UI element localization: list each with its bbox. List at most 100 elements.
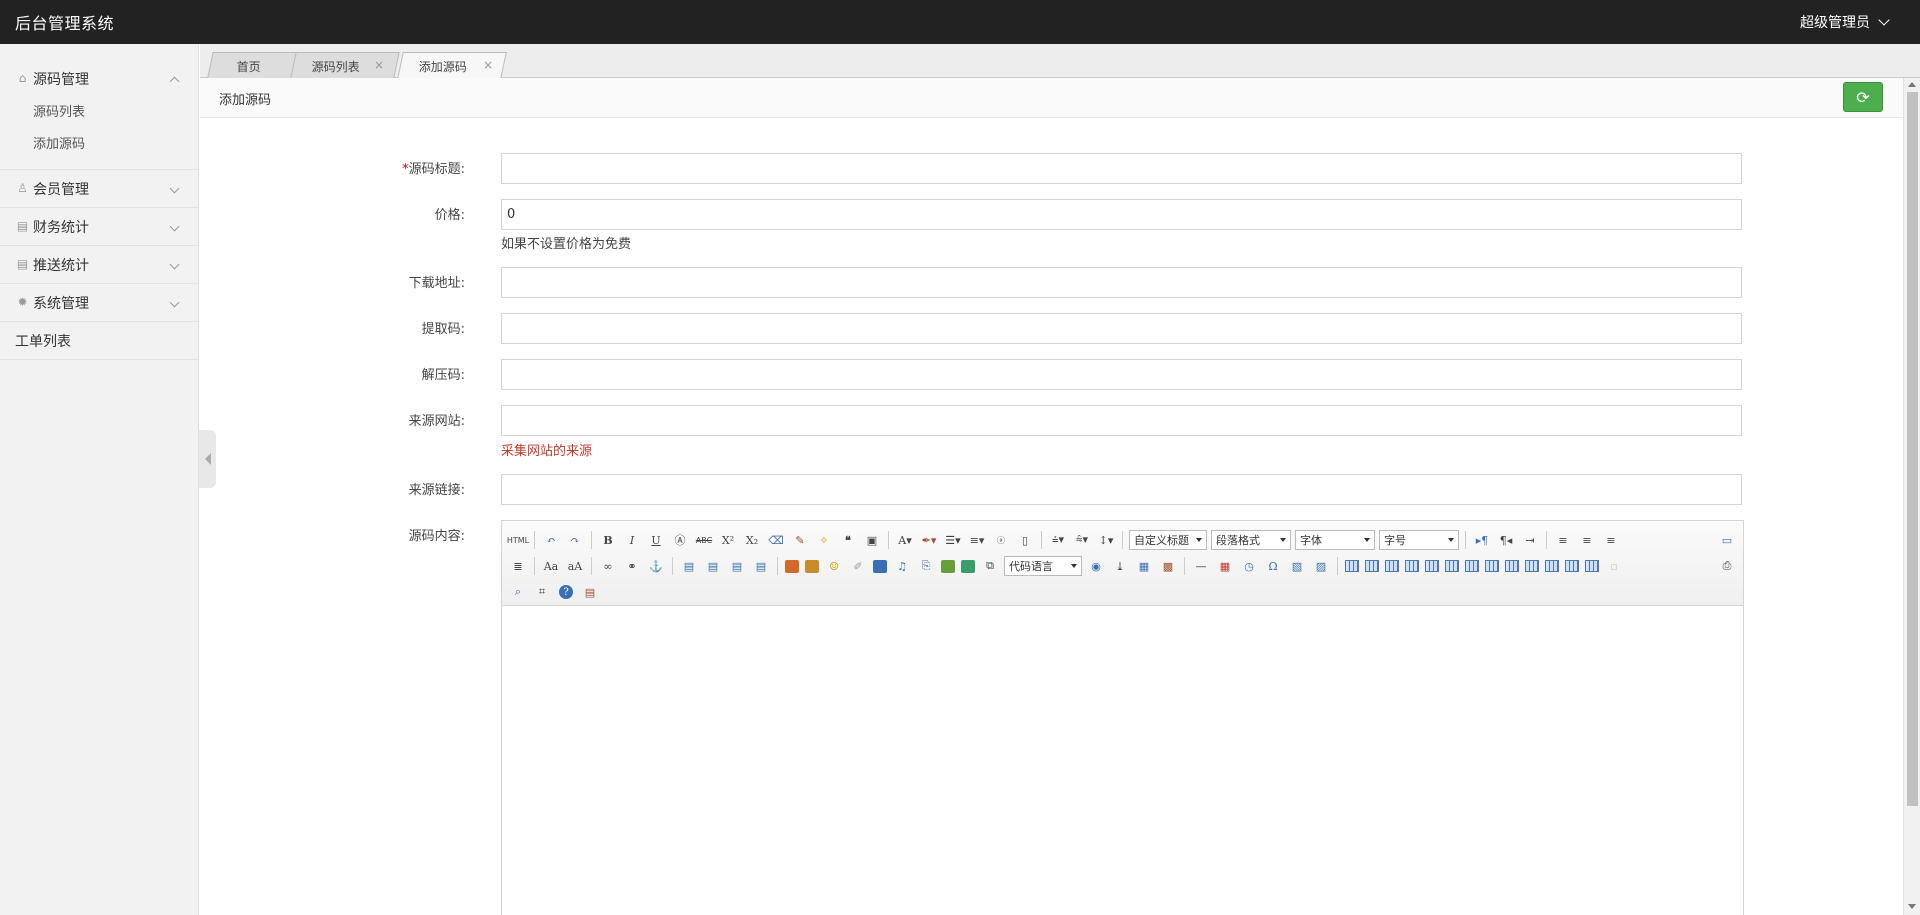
- background-color-icon[interactable]: ✒▾: [919, 530, 939, 550]
- charts-icon[interactable]: ▫: [1604, 556, 1624, 576]
- merge-cells-icon[interactable]: [1485, 560, 1499, 572]
- merge-right-icon[interactable]: [1505, 560, 1519, 572]
- select-all-icon[interactable]: ⓐ: [991, 530, 1011, 550]
- font-size-select[interactable]: 字号: [1379, 530, 1459, 550]
- paste-text-icon[interactable]: ▣: [862, 530, 882, 550]
- print-icon[interactable]: ⎙: [1717, 556, 1737, 576]
- sidebar-item-add-source[interactable]: 添加源码: [0, 129, 198, 161]
- sidebar-item-system-manage[interactable]: ✹ 系统管理: [0, 284, 198, 321]
- font-border-icon[interactable]: Ⓐ: [670, 530, 690, 550]
- align-left-icon[interactable]: ≡: [1553, 530, 1573, 550]
- image-left-icon[interactable]: ▤: [703, 556, 723, 576]
- sidebar-item-finance-stats[interactable]: ▤ 财务统计: [0, 208, 198, 245]
- image-right-icon[interactable]: ▤: [727, 556, 747, 576]
- scrollbar-thumb[interactable]: [1907, 92, 1918, 806]
- extract-code-input[interactable]: [501, 313, 1742, 344]
- undo-icon[interactable]: ↶: [541, 530, 561, 550]
- time-icon[interactable]: ◷: [1239, 556, 1259, 576]
- align-center-icon[interactable]: ≡: [1577, 530, 1597, 550]
- html-source-button[interactable]: HTML: [507, 530, 529, 550]
- scrawl-icon[interactable]: ✐: [848, 556, 868, 576]
- ordered-list-icon[interactable]: ☰▾: [943, 530, 963, 550]
- image-none-icon[interactable]: ▤: [679, 556, 699, 576]
- scroll-down-icon[interactable]: [1908, 904, 1916, 909]
- insert-image-icon[interactable]: [805, 559, 819, 573]
- editor-content-area[interactable]: [502, 606, 1743, 915]
- horizontal-rule-icon[interactable]: —: [1191, 556, 1211, 576]
- delete-row-icon[interactable]: [1425, 560, 1439, 572]
- vertical-scrollbar[interactable]: [1903, 78, 1920, 915]
- tab-add-source[interactable]: 添加源码 ×: [397, 52, 507, 79]
- search-replace-icon[interactable]: ⌗: [532, 582, 552, 602]
- unordered-list-icon[interactable]: ≡▾: [967, 530, 987, 550]
- unzip-code-input[interactable]: [501, 359, 1742, 390]
- split-to-rows-icon[interactable]: [1565, 560, 1579, 572]
- auto-format-icon[interactable]: ✧: [814, 530, 834, 550]
- bold-icon[interactable]: B: [598, 530, 618, 550]
- download-url-input[interactable]: [501, 267, 1742, 298]
- emotion-icon[interactable]: ☺: [824, 556, 844, 576]
- drafts-icon[interactable]: ▤: [580, 582, 600, 602]
- gmap-icon[interactable]: [961, 559, 975, 573]
- superscript-icon[interactable]: X²: [718, 530, 738, 550]
- sidebar-item-source-list[interactable]: 源码列表: [0, 97, 198, 129]
- map-icon[interactable]: [941, 559, 955, 573]
- fullscreen-icon[interactable]: ▭: [1717, 530, 1737, 550]
- insert-frame-icon[interactable]: ⧉: [980, 556, 1000, 576]
- justify-icon[interactable]: ≣: [508, 556, 528, 576]
- wordimage-icon[interactable]: ▧: [1287, 556, 1307, 576]
- redo-icon[interactable]: ↷: [565, 530, 585, 550]
- refresh-button[interactable]: ⟳: [1843, 82, 1883, 112]
- row-spacing-bottom-icon[interactable]: ⩯▾: [1072, 530, 1092, 550]
- delete-table-icon[interactable]: [1365, 560, 1379, 572]
- underline-icon[interactable]: U: [646, 530, 666, 550]
- paragraph-format-select[interactable]: 段落格式: [1211, 530, 1291, 550]
- attachment-icon[interactable]: ⎘: [916, 556, 936, 576]
- insert-table-icon[interactable]: [1345, 560, 1359, 572]
- align-right-icon[interactable]: ≡: [1601, 530, 1621, 550]
- line-height-icon[interactable]: ↕▾: [1096, 530, 1116, 550]
- insert-row-icon[interactable]: [1405, 560, 1419, 572]
- title-input[interactable]: [501, 153, 1742, 184]
- anchor-icon[interactable]: ⚓: [646, 556, 666, 576]
- close-icon[interactable]: ×: [483, 58, 493, 72]
- tab-home[interactable]: 首页: [207, 52, 299, 78]
- background-icon[interactable]: ▩: [1158, 556, 1178, 576]
- row-spacing-top-icon[interactable]: ⩮▾: [1048, 530, 1068, 550]
- unlink-icon[interactable]: ⚭: [622, 556, 642, 576]
- template-icon[interactable]: ▦: [1134, 556, 1154, 576]
- preview-icon[interactable]: ⌕: [508, 582, 528, 602]
- ltr-icon[interactable]: ▸¶: [1472, 530, 1492, 550]
- webapp-icon[interactable]: ◉: [1086, 556, 1106, 576]
- edittip-icon[interactable]: ▨: [1311, 556, 1331, 576]
- clear-doc-icon[interactable]: ▯: [1015, 530, 1035, 550]
- split-to-cols-icon[interactable]: [1585, 560, 1599, 572]
- custom-title-select[interactable]: 自定义标题: [1129, 530, 1207, 550]
- quote-icon[interactable]: ❝: [838, 530, 858, 550]
- subscript-icon[interactable]: X₂: [742, 530, 762, 550]
- sidebar-item-source-manage[interactable]: ⌂ 源码管理: [0, 60, 198, 97]
- user-menu[interactable]: 超级管理员: [1800, 12, 1905, 32]
- tolowercase-icon[interactable]: aA: [565, 556, 585, 576]
- close-icon[interactable]: ×: [374, 58, 384, 72]
- insert-video-icon[interactable]: [873, 559, 887, 573]
- source-site-input[interactable]: [501, 405, 1742, 436]
- format-brush-icon[interactable]: ✎: [790, 530, 810, 550]
- code-language-select[interactable]: 代码语言: [1004, 556, 1082, 576]
- font-color-icon[interactable]: A▾: [895, 530, 915, 550]
- indent-icon[interactable]: ⇥: [1520, 530, 1540, 550]
- date-icon[interactable]: ▦: [1215, 556, 1235, 576]
- merge-down-icon[interactable]: [1525, 560, 1539, 572]
- italic-icon[interactable]: I: [622, 530, 642, 550]
- scroll-up-icon[interactable]: [1908, 82, 1916, 87]
- rtl-icon[interactable]: ¶◂: [1496, 530, 1516, 550]
- strikethrough-icon[interactable]: ABC: [694, 530, 714, 550]
- music-icon[interactable]: ♫: [892, 556, 912, 576]
- image-center-icon[interactable]: ▤: [751, 556, 771, 576]
- split-to-cells-icon[interactable]: [1545, 560, 1559, 572]
- sidebar-item-ticket-list[interactable]: 工单列表: [0, 322, 198, 359]
- touppercase-icon[interactable]: Aa: [541, 556, 561, 576]
- eraser-icon[interactable]: ⌫: [766, 530, 786, 550]
- delete-col-icon[interactable]: [1465, 560, 1479, 572]
- link-icon[interactable]: ∞: [598, 556, 618, 576]
